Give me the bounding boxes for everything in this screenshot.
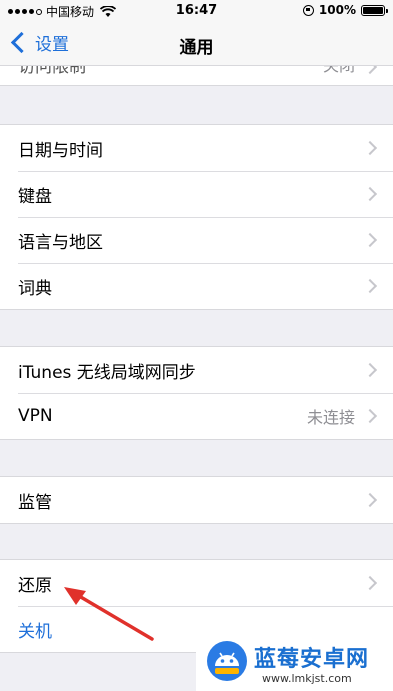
row-label: 访问限制 xyxy=(18,66,86,77)
settings-row-restrictions[interactable]: 访问限制 关闭 xyxy=(0,66,393,86)
chevron-right-icon xyxy=(362,575,378,591)
chevron-right-icon xyxy=(362,362,378,378)
settings-group: 监管 xyxy=(0,476,393,524)
row-label: VPN xyxy=(18,406,53,426)
settings-group: 日期与时间 键盘 语言与地区 词典 xyxy=(0,124,393,310)
status-bar: 中国移动 16:47 100% xyxy=(0,0,393,22)
chevron-right-icon xyxy=(362,278,378,294)
settings-row-date-time[interactable]: 日期与时间 xyxy=(0,125,393,171)
battery-icon xyxy=(361,4,388,16)
page-title: 通用 xyxy=(179,38,214,58)
row-label: 关机 xyxy=(18,621,52,642)
watermark-title: 蓝莓安卓网 xyxy=(254,647,370,672)
watermark-url: www.lmkjst.com xyxy=(262,672,352,685)
chevron-right-icon xyxy=(362,232,378,248)
chevron-right-icon xyxy=(362,492,378,508)
battery-percent: 100% xyxy=(318,3,356,17)
row-label: 监管 xyxy=(18,492,52,513)
settings-row-vpn[interactable]: VPN 未连接 xyxy=(0,393,393,439)
settings-row-reset[interactable]: 还原 xyxy=(0,560,393,606)
row-value: 未连接 xyxy=(306,408,355,427)
row-label: 键盘 xyxy=(18,186,52,207)
chevron-right-icon xyxy=(362,186,378,202)
navigation-bar: 设置 通用 xyxy=(0,22,393,66)
chevron-right-icon xyxy=(362,66,378,75)
row-label: 日期与时间 xyxy=(18,140,103,161)
chevron-right-icon xyxy=(362,140,378,156)
orientation-lock-icon xyxy=(302,4,314,16)
settings-group: iTunes 无线局域网同步 VPN 未连接 xyxy=(0,346,393,440)
settings-row-itunes-wifi-sync[interactable]: iTunes 无线局域网同步 xyxy=(0,347,393,393)
status-right: 100% xyxy=(302,3,388,17)
row-label: 语言与地区 xyxy=(18,232,103,253)
settings-row-dictionary[interactable]: 词典 xyxy=(0,263,393,309)
chevron-right-icon xyxy=(362,408,378,424)
row-label: iTunes 无线局域网同步 xyxy=(18,362,196,383)
row-label: 词典 xyxy=(18,278,52,299)
settings-row-keyboard[interactable]: 键盘 xyxy=(0,171,393,217)
row-value: 关闭 xyxy=(323,66,355,76)
android-logo-icon xyxy=(207,641,247,681)
settings-row-supervision[interactable]: 监管 xyxy=(0,477,393,523)
annotation-arrow-icon xyxy=(64,587,154,641)
row-label: 还原 xyxy=(18,575,52,596)
settings-row-language-region[interactable]: 语言与地区 xyxy=(0,217,393,263)
watermark: 蓝莓安卓网 www.lmkjst.com xyxy=(196,638,393,691)
